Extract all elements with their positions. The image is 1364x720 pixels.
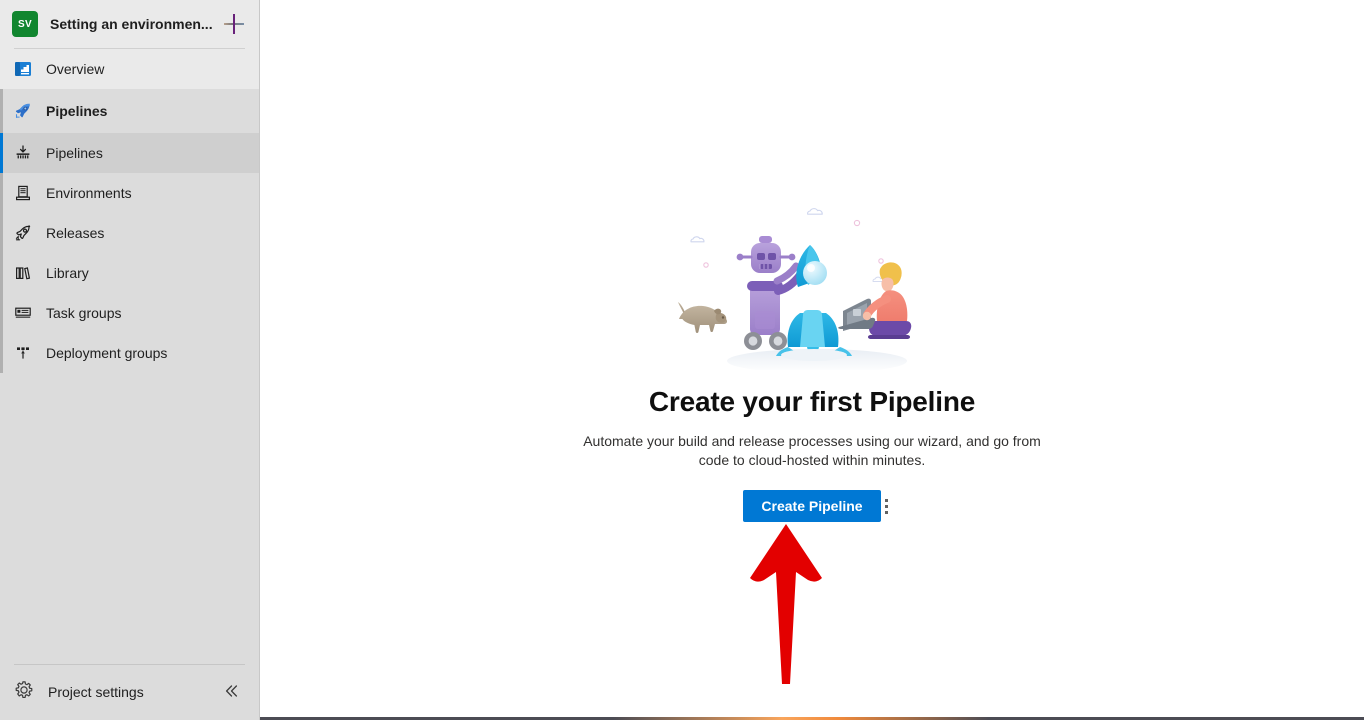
project-title: Setting an environmen... [50,16,213,32]
cta-row: Create Pipeline [662,490,962,522]
sidebar-item-label: Releases [46,225,105,241]
app-window: SV Setting an environmen... Overview Pip… [0,0,1364,720]
deployment-groups-icon [14,344,32,362]
footer-divider [14,664,245,665]
sidebar-subitems: Environments Releases Library Task group… [0,173,259,373]
robot-rocket-developer-illustration [667,195,957,373]
pipelines-rocket-icon [14,102,32,120]
main-content: Create your first Pipeline Automate your… [260,0,1364,720]
sidebar-item-deployment-groups[interactable]: Deployment groups [0,333,259,373]
sidebar-item-releases[interactable]: Releases [0,213,259,253]
sidebar-item-label: Deployment groups [46,345,168,361]
sidebar-item-label: Task groups [46,305,122,321]
more-dot [884,510,888,514]
sidebar-nav: Overview Pipelines Pipelines Environment… [0,49,259,373]
more-dot [884,504,888,508]
project-header[interactable]: SV Setting an environmen... [0,0,259,48]
library-icon [14,264,32,282]
releases-rocket-icon [14,224,32,242]
overview-icon [14,60,32,78]
project-settings-button[interactable]: Project settings [14,680,144,705]
sidebar-item-environments[interactable]: Environments [0,173,259,213]
page-title: Create your first Pipeline [648,386,976,417]
plus-icon-vertical [233,14,235,34]
gear-icon [14,680,34,705]
pipelines-icon [14,144,32,162]
task-groups-icon [14,304,32,322]
sidebar-group-label: Pipelines [46,103,108,119]
chevron-double-left-icon[interactable] [217,677,245,708]
sidebar-footer: Project settings [0,664,259,720]
page-subtitle: Automate your build and release processe… [583,433,1041,468]
sidebar-item-label: Pipelines [46,145,103,161]
sidebar-item-label: Environments [46,185,132,201]
sidebar-item-label: Library [46,265,89,281]
more-vertical-icon[interactable] [874,492,898,520]
more-dot [884,498,888,502]
plus-icon[interactable] [221,11,247,37]
project-avatar: SV [12,11,38,37]
sidebar-item-label: Overview [46,61,105,77]
sidebar-empty-space [0,373,259,664]
sidebar-item-pipelines[interactable]: Pipelines [0,133,259,173]
environments-icon [14,184,32,202]
create-pipeline-button[interactable]: Create Pipeline [743,490,881,522]
sidebar-group-pipelines[interactable]: Pipelines [0,89,259,133]
sidebar-item-task-groups[interactable]: Task groups [0,293,259,333]
sidebar-item-library[interactable]: Library [0,253,259,293]
sidebar: SV Setting an environmen... Overview Pip… [0,0,260,720]
project-settings-label: Project settings [48,684,144,700]
sidebar-item-overview[interactable]: Overview [0,49,259,89]
